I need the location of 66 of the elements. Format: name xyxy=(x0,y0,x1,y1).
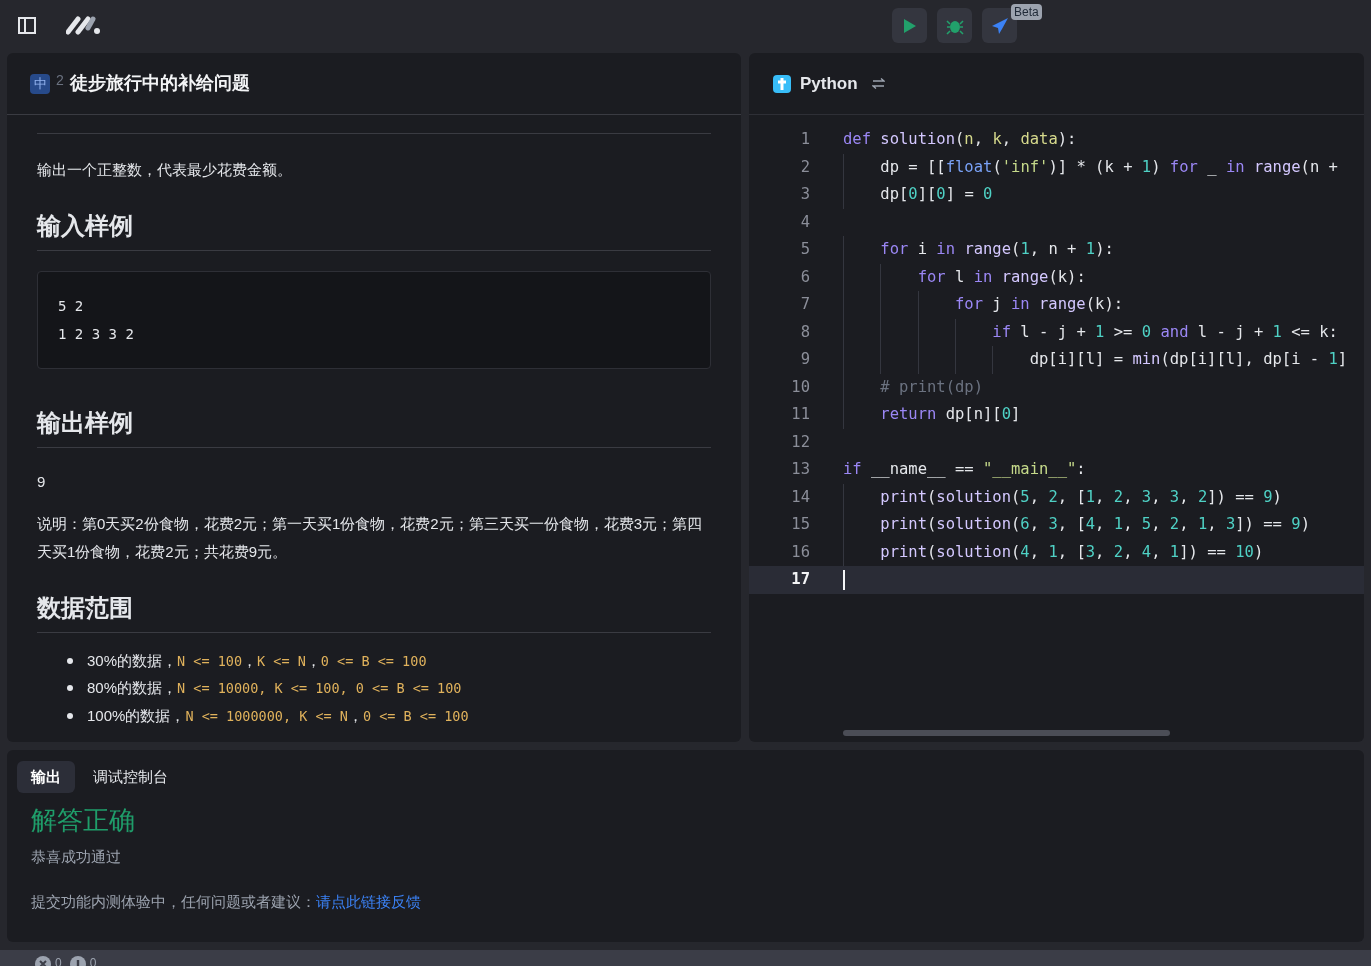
line-number: 14 xyxy=(790,486,811,508)
line-number: 3 xyxy=(799,184,811,206)
section-heading: 数据范围 xyxy=(37,580,711,633)
code-line: if __name__ == "__main__": xyxy=(843,459,1086,481)
line-number: 9 xyxy=(799,349,811,371)
submit-button[interactable] xyxy=(982,8,1017,43)
code-line: for l in range(k): xyxy=(843,263,1086,291)
output-tab[interactable]: 调试控制台 xyxy=(79,761,182,793)
line-number: 17 xyxy=(790,569,811,591)
difficulty-badge: 中 xyxy=(30,73,50,94)
output-tab[interactable]: 输出 xyxy=(17,761,75,793)
bullet-icon xyxy=(67,685,73,692)
code-line: if l - j + 1 >= 0 and l - j + 1 <= k: xyxy=(843,318,1338,346)
line-number: 13 xyxy=(790,459,811,481)
line-number: 8 xyxy=(799,321,811,343)
problem-number: 2 xyxy=(56,71,64,90)
debug-button[interactable] xyxy=(937,8,972,43)
code-text: 5 2 xyxy=(58,297,85,316)
horizontal-scrollbar[interactable] xyxy=(843,730,1170,736)
line-number: 7 xyxy=(799,294,811,316)
run-button[interactable] xyxy=(892,8,927,43)
logo-icon xyxy=(66,15,102,35)
run-icon xyxy=(902,17,917,34)
code-text: 1 2 3 3 2 xyxy=(58,325,135,344)
beta-badge: Beta xyxy=(1011,4,1042,20)
code-line: dp = [[float('inf')] * (k + 1) for _ in range(n + xyxy=(843,153,1338,181)
text-cursor xyxy=(843,570,845,590)
bullet-icon xyxy=(67,712,73,719)
sidebar-toggle-icon[interactable] xyxy=(18,17,36,34)
line-number: 16 xyxy=(790,541,811,563)
code-line: print(solution(6, 3, [4, 1, 5, 2, 1, 3]) == 9) xyxy=(843,511,1310,539)
body-text: 9 xyxy=(37,472,47,492)
section-heading: 输出样例 xyxy=(37,395,711,448)
code-line: return dp[n][0] xyxy=(843,401,1021,429)
line-number: 2 xyxy=(799,156,811,178)
verdict-text: 解答正确 xyxy=(31,804,136,837)
code-line: print(solution(5, 2, [1, 2, 3, 3, 2]) == 9) xyxy=(843,483,1282,511)
code-line: dp[0][0] = 0 xyxy=(843,181,993,209)
list-item-text: 30%的数据，N <= 100，K <= N，0 <= B <= 100 xyxy=(87,650,427,671)
language-selector[interactable]: Python xyxy=(800,70,858,97)
code-line: def solution(n, k, data): xyxy=(843,129,1077,151)
body-text: 说明：第0天买2份食物，花费2元；第一天买1份食物，花费2元；第三天买一份食物，花费3元；第四天买1份食物，花费2元；共花费9元。 xyxy=(37,514,704,562)
list-item-text: 80%的数据，N <= 10000, K <= 100, 0 <= B <= 100 xyxy=(87,678,462,698)
line-number: 11 xyxy=(790,404,811,426)
bullet-icon xyxy=(67,657,73,664)
swap-icon[interactable] xyxy=(871,78,885,89)
result-message: 恭喜成功通过 xyxy=(31,847,122,867)
section-heading: 输入样例 xyxy=(37,198,711,251)
code-line: print(solution(4, 1, [3, 2, 4, 1]) == 10) xyxy=(843,538,1264,566)
line-number: 5 xyxy=(799,239,811,261)
body-text: 输出一个正整数，代表最少花费金额。 xyxy=(37,160,293,180)
feedback-note: 提交功能内测体验中，任何问题或者建议： xyxy=(31,891,316,912)
code-line: for j in range(k): xyxy=(843,291,1124,319)
line-number: 1 xyxy=(799,129,811,151)
paper-plane-icon xyxy=(990,16,1009,35)
code-line: dp[i][l] = min(dp[i][l], dp[i - 1] xyxy=(843,346,1348,374)
line-number: 15 xyxy=(790,514,811,536)
line-number: 6 xyxy=(799,266,811,288)
line-number: 4 xyxy=(799,211,811,233)
line-number: 12 xyxy=(790,431,811,453)
code-line: # print(dp) xyxy=(843,373,983,401)
feedback-link[interactable]: 请点此链接反馈 xyxy=(316,890,421,913)
line-number: 10 xyxy=(790,376,811,398)
code-line: for i in range(1, n + 1): xyxy=(843,236,1114,264)
list-item-text: 100%的数据，N <= 1000000, K <= N，0 <= B <= 100 xyxy=(87,705,469,726)
problem-title: 徒步旅行中的补给问题 xyxy=(69,72,250,95)
